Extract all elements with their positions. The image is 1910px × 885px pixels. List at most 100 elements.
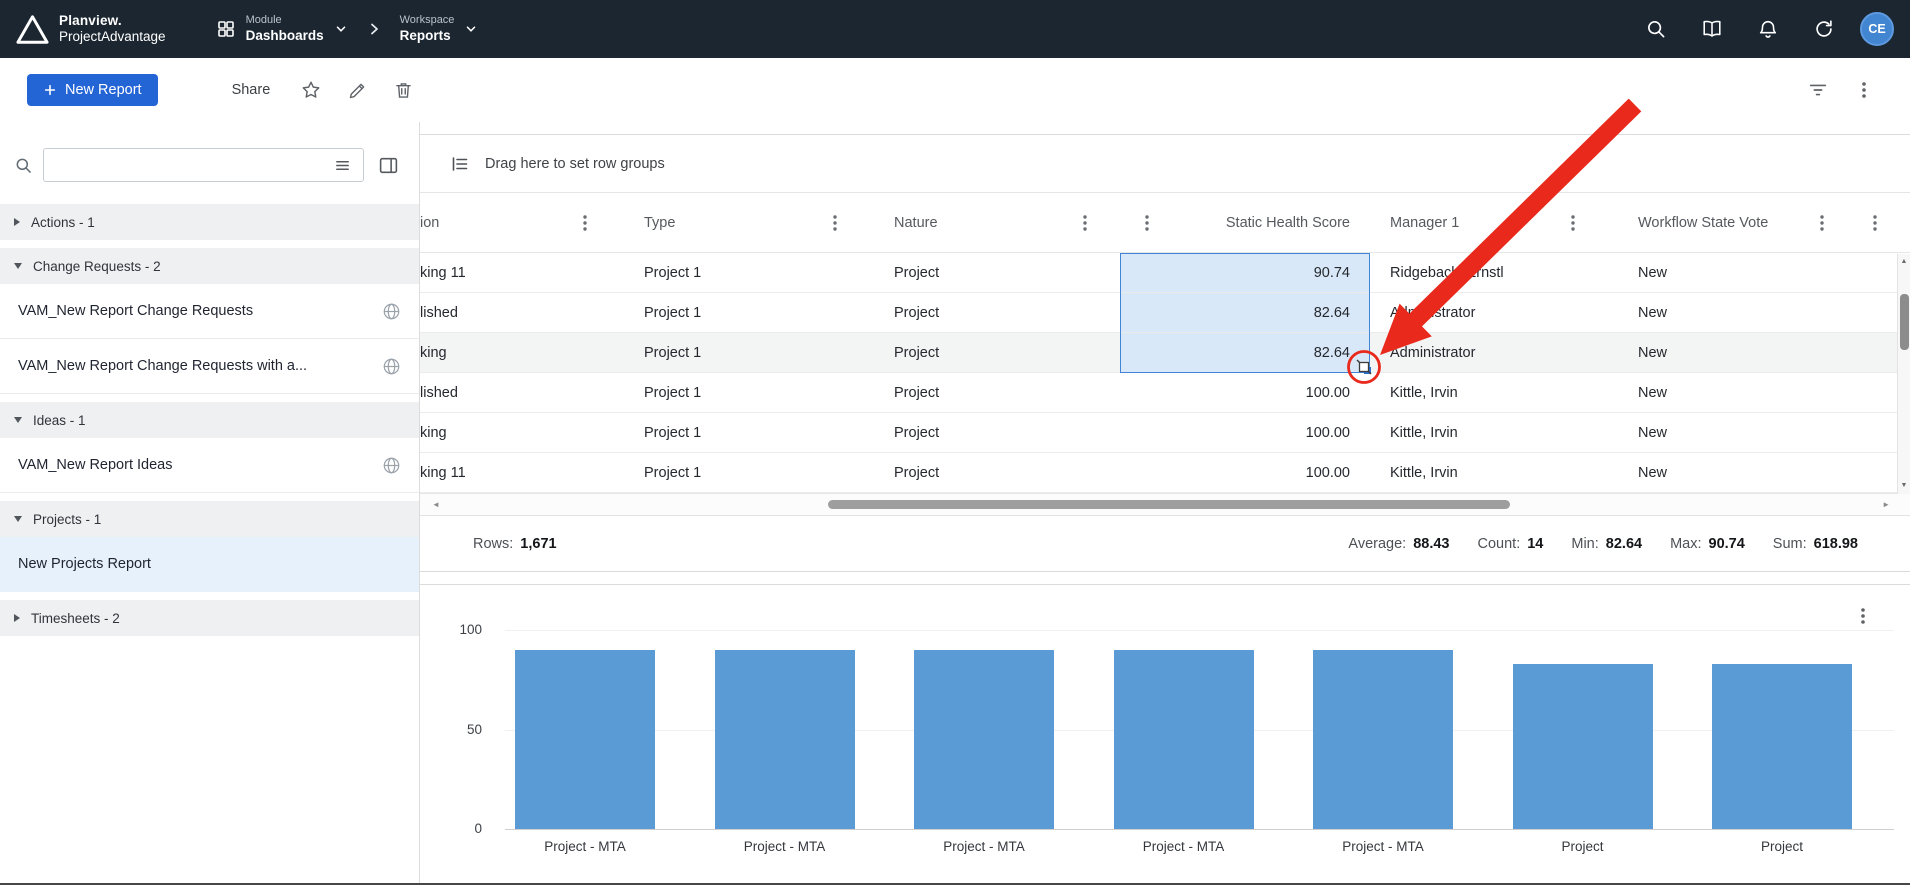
sidebar-item-new-projects-report[interactable]: New Projects Report	[0, 537, 419, 592]
cell[interactable]: Project 1	[620, 253, 870, 292]
sidebar-section-projects-1[interactable]: Projects - 1	[0, 501, 419, 537]
notifications-button[interactable]	[1748, 9, 1788, 49]
sidebar-section-actions-1[interactable]: Actions - 1	[0, 204, 419, 240]
cell[interactable]: Administrator	[1370, 333, 1608, 372]
cell[interactable]	[1120, 413, 1182, 452]
cell[interactable]	[1120, 373, 1182, 412]
column-menu-icon[interactable]	[1140, 213, 1154, 233]
vertical-scroll-thumb[interactable]	[1900, 294, 1909, 350]
sidebar-section-change-requests-2[interactable]: Change Requests - 2	[0, 248, 419, 284]
column-header-ion[interactable]: ion	[420, 193, 620, 252]
horizontal-scroll-thumb[interactable]	[828, 500, 1510, 509]
refresh-button[interactable]	[1804, 9, 1844, 49]
cell[interactable]: Project	[870, 373, 1120, 412]
cell[interactable]: Project	[870, 413, 1120, 452]
fill-handle[interactable]	[1364, 367, 1371, 374]
vertical-scrollbar[interactable]: ▲ ▼	[1897, 254, 1910, 494]
cell[interactable]: New	[1608, 333, 1857, 372]
column-menu-icon[interactable]	[1868, 213, 1882, 233]
filter-button[interactable]	[1799, 71, 1837, 109]
help-button[interactable]	[1692, 9, 1732, 49]
report-search-input[interactable]	[52, 157, 330, 173]
sidebar-section-ideas-1[interactable]: Ideas - 1	[0, 402, 419, 438]
cell[interactable]: New	[1608, 373, 1857, 412]
cell[interactable]: Project	[870, 293, 1120, 332]
cell[interactable]: New	[1608, 413, 1857, 452]
search-menu-button[interactable]	[330, 153, 355, 178]
cell[interactable]: Kittle, Irvin	[1370, 453, 1608, 492]
cell[interactable]: 82.64	[1182, 293, 1370, 332]
cell[interactable]: Administrator	[1370, 293, 1608, 332]
cell[interactable]: New	[1608, 253, 1857, 292]
cell[interactable]: Project 1	[620, 373, 870, 412]
sidebar-section-timesheets-2[interactable]: Timesheets - 2	[0, 600, 419, 636]
sidebar-item-vam-new-report-change-requests[interactable]: VAM_New Report Change Requests	[0, 284, 419, 339]
cell[interactable]: New	[1608, 453, 1857, 492]
chart-menu-button[interactable]	[1844, 597, 1882, 635]
cell[interactable]: king 11	[420, 253, 620, 292]
search-button[interactable]	[1636, 9, 1676, 49]
column-header-col-3[interactable]	[1120, 193, 1182, 252]
cell[interactable]: Project 1	[620, 413, 870, 452]
cell[interactable]: Project	[870, 333, 1120, 372]
column-menu-icon[interactable]	[1566, 213, 1580, 233]
sidebar-item-vam-new-report-ideas[interactable]: VAM_New Report Ideas	[0, 438, 419, 493]
table-row[interactable]: king 11Project 1Project 90.74Ridgeback, E…	[420, 253, 1910, 293]
column-menu-icon[interactable]	[1078, 213, 1092, 233]
table-row[interactable]: king 11Project 1Project 100.00Kittle, Irv…	[420, 453, 1910, 493]
scroll-down-arrow[interactable]: ▼	[1898, 481, 1910, 491]
cell[interactable]	[1120, 333, 1182, 372]
sidebar-item-vam-new-report-change-requests-with-a[interactable]: VAM_New Report Change Requests with a...	[0, 339, 419, 394]
home-link[interactable]: Planview. ProjectAdvantage	[16, 13, 166, 45]
table-row[interactable]: lishedProject 1Project 100.00Kittle, Irvi…	[420, 373, 1910, 413]
cell[interactable]: Project	[870, 453, 1120, 492]
share-button[interactable]: Share	[218, 82, 285, 98]
cell[interactable]: Kittle, Irvin	[1370, 373, 1608, 412]
edit-button[interactable]	[338, 71, 376, 109]
table-row[interactable]: kingProject 1Project 82.64AdministratorNe…	[420, 333, 1910, 373]
cell[interactable]: lished	[420, 373, 620, 412]
scroll-right-arrow[interactable]: ►	[1882, 494, 1890, 515]
cell[interactable]: 100.00	[1182, 373, 1370, 412]
column-menu-icon[interactable]	[1815, 213, 1829, 233]
cell[interactable]: 100.00	[1182, 453, 1370, 492]
cell[interactable]: Project 1	[620, 453, 870, 492]
column-header-manager-1[interactable]: Manager 1	[1370, 193, 1608, 252]
table-row[interactable]: kingProject 1Project 100.00Kittle, IrvinN…	[420, 413, 1910, 453]
column-menu-icon[interactable]	[828, 213, 842, 233]
row-group-dropzone[interactable]: Drag here to set row groups	[420, 135, 1910, 193]
cell[interactable]	[1120, 453, 1182, 492]
favorite-button[interactable]	[292, 71, 330, 109]
new-report-button[interactable]: New Report	[27, 74, 158, 106]
column-header-workflow-state-vote[interactable]: Workflow State Vote	[1608, 193, 1857, 252]
cell[interactable]: Project	[870, 253, 1120, 292]
column-header-static-health-score[interactable]: Static Health Score	[1182, 193, 1370, 252]
scroll-up-arrow[interactable]: ▲	[1898, 257, 1910, 267]
cell[interactable]: 82.64	[1182, 333, 1370, 372]
cell[interactable]: Kittle, Irvin	[1370, 413, 1608, 452]
collapse-sidebar-button[interactable]	[374, 151, 403, 180]
column-menu-icon[interactable]	[578, 213, 592, 233]
cell[interactable]: 100.00	[1182, 413, 1370, 452]
cell[interactable]	[1120, 293, 1182, 332]
horizontal-scrollbar[interactable]: ◄ ►	[420, 493, 1910, 515]
scroll-left-arrow[interactable]: ◄	[432, 494, 440, 515]
column-header-type[interactable]: Type	[620, 193, 870, 252]
more-options-button[interactable]	[1845, 71, 1883, 109]
workspace-switcher[interactable]: Workspace Reports	[388, 0, 491, 58]
cell[interactable]: Ridgeback, Ernstl	[1370, 253, 1608, 292]
cell[interactable]: lished	[420, 293, 620, 332]
avatar[interactable]: CE	[1860, 12, 1894, 46]
cell[interactable]: 90.74	[1182, 253, 1370, 292]
cell[interactable]: king 11	[420, 453, 620, 492]
delete-button[interactable]	[384, 71, 422, 109]
module-switcher[interactable]: Module Dashboards	[204, 0, 360, 58]
column-header-col-7[interactable]	[1857, 193, 1910, 252]
cell[interactable]: Project 1	[620, 333, 870, 372]
cell[interactable]: New	[1608, 293, 1857, 332]
cell[interactable]	[1120, 253, 1182, 292]
cell[interactable]: king	[420, 413, 620, 452]
cell[interactable]: king	[420, 333, 620, 372]
table-row[interactable]: lishedProject 1Project 82.64Administrator…	[420, 293, 1910, 333]
cell[interactable]: Project 1	[620, 293, 870, 332]
